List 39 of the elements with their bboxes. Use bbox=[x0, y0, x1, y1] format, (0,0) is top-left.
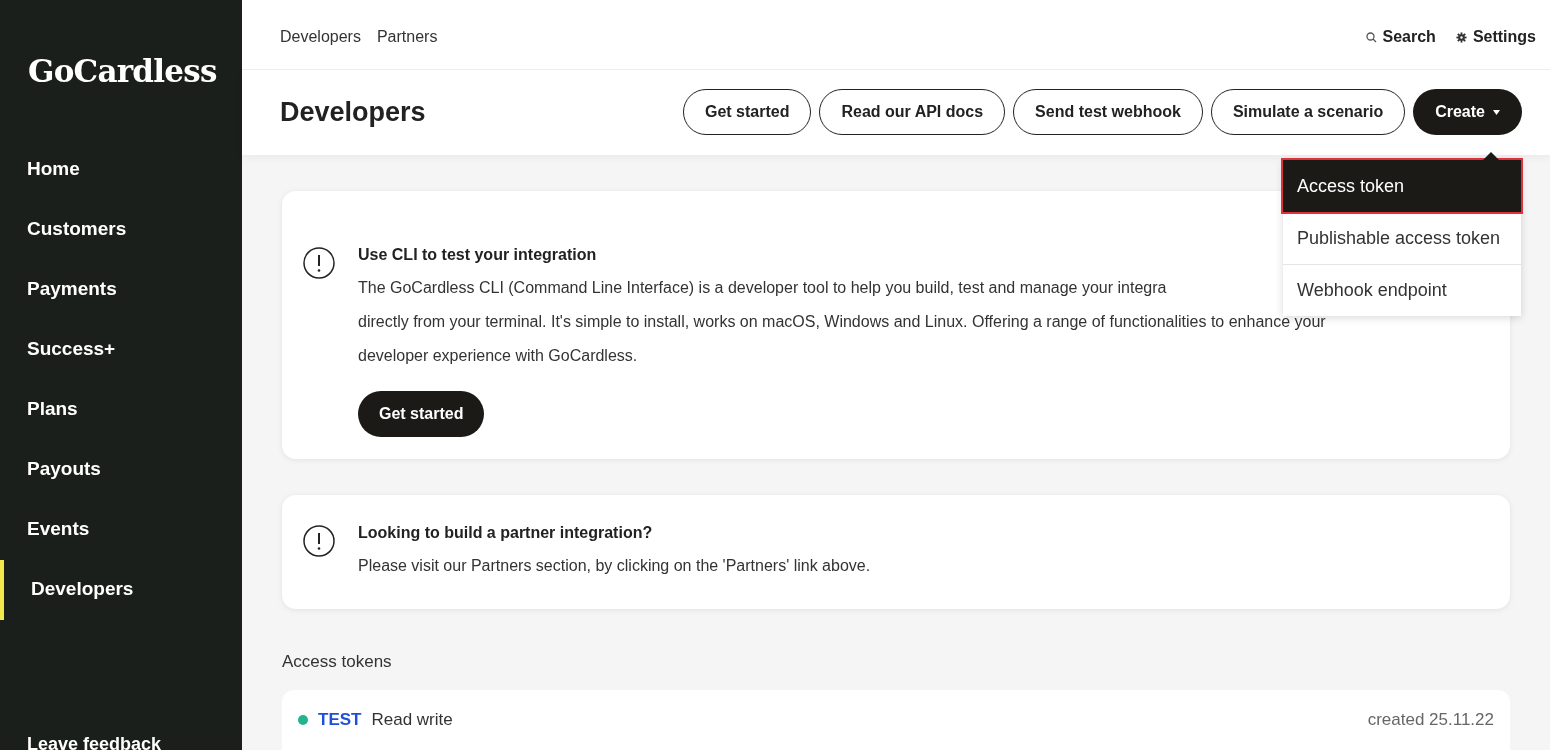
sidebar-item[interactable]: Home bbox=[0, 139, 242, 200]
info-icon bbox=[302, 523, 336, 558]
sidebar-item[interactable]: Events bbox=[0, 499, 242, 560]
header-button[interactable]: Simulate a scenario bbox=[1210, 89, 1406, 136]
search-button[interactable]: Search bbox=[1365, 25, 1436, 49]
get-started-button[interactable]: Get started bbox=[358, 390, 485, 437]
menu-pointer-icon bbox=[1483, 152, 1499, 160]
header-button[interactable]: Send test webhook bbox=[1013, 89, 1203, 136]
environment-label: TEST bbox=[318, 709, 362, 732]
menu-item[interactable]: Publishable access token bbox=[1283, 212, 1521, 264]
sidebar-item[interactable]: Customers bbox=[0, 199, 242, 260]
token-row[interactable]: TEST Read write created 25.11.22 bbox=[282, 690, 1510, 750]
menu-item[interactable]: Webhook endpoint bbox=[1283, 264, 1521, 316]
card-text: developer experience with GoCardless. bbox=[358, 345, 639, 366]
header-button[interactable]: Get started bbox=[682, 89, 812, 136]
info-icon bbox=[302, 245, 336, 280]
caret-icon bbox=[1493, 109, 1500, 115]
settings-icon bbox=[1455, 31, 1467, 43]
top-nav-link[interactable]: Developers bbox=[280, 25, 361, 49]
logo[interactable]: GoCardless bbox=[0, 48, 242, 95]
card-title: Looking to build a partner integration? bbox=[358, 522, 654, 543]
header-button[interactable]: Read our API docs bbox=[819, 89, 1006, 136]
section-heading: Access tokens bbox=[282, 650, 393, 673]
sidebar-item[interactable]: Developers bbox=[0, 559, 242, 620]
create-button[interactable]: Create bbox=[1413, 89, 1522, 136]
menu-item[interactable]: Access token bbox=[1283, 160, 1521, 212]
sidebar-item[interactable]: Plans bbox=[0, 379, 242, 440]
sidebar-item[interactable]: Success+ bbox=[0, 319, 242, 380]
search-icon bbox=[1365, 31, 1377, 43]
leave-feedback-link[interactable]: Leave feedback bbox=[0, 731, 242, 750]
created-date: created 25.11.22 bbox=[1367, 709, 1494, 732]
sidebar-item[interactable]: Payments bbox=[0, 259, 242, 320]
settings-button[interactable]: Settings bbox=[1455, 25, 1536, 49]
sidebar-item[interactable]: Payouts bbox=[0, 439, 242, 500]
card-title: Use CLI to test your integration bbox=[358, 244, 598, 265]
card-text: Please visit our Partners section, by clicking on the 'Partners' link above. bbox=[358, 555, 871, 576]
page-title: Developers bbox=[280, 95, 426, 129]
top-nav-link[interactable]: Partners bbox=[376, 25, 438, 49]
token-name: Read write bbox=[371, 709, 453, 732]
